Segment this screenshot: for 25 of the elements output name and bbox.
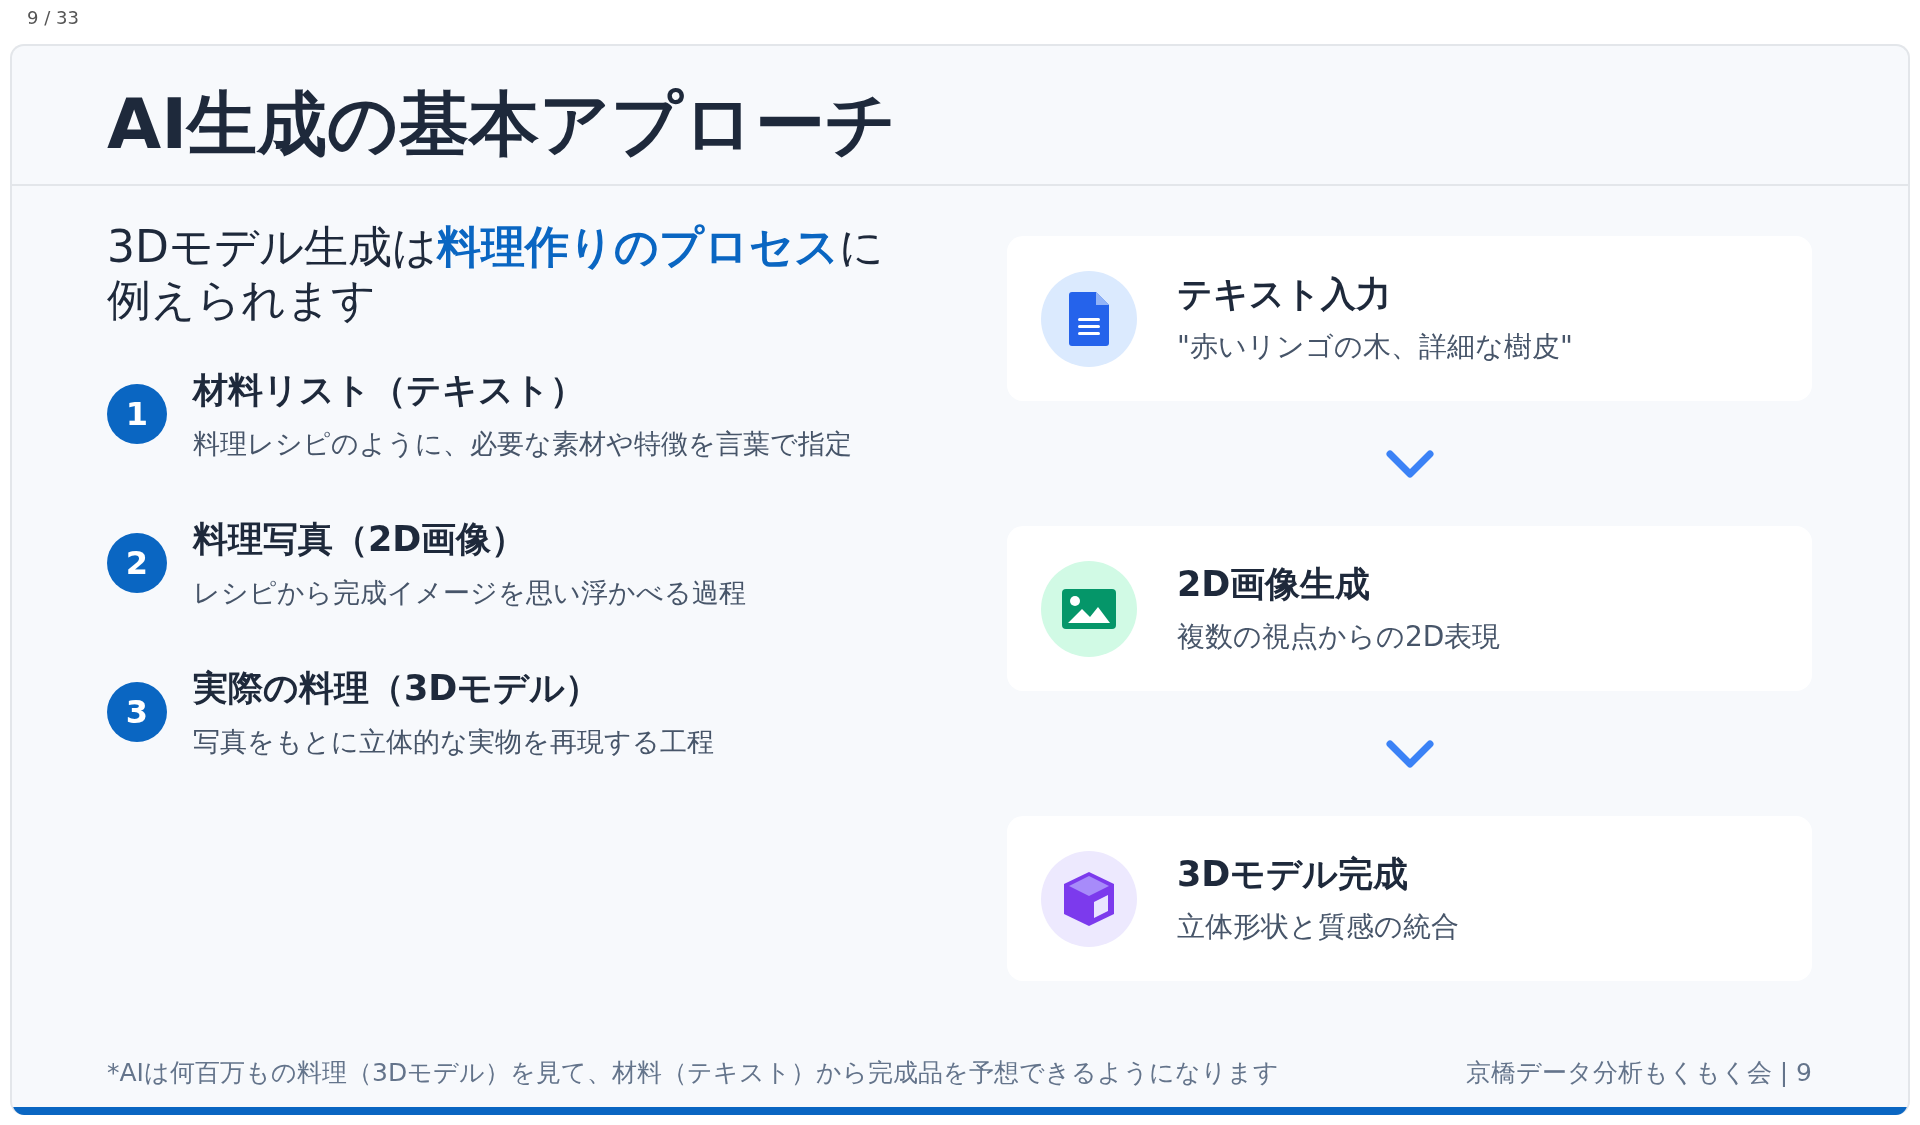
slide-title: AI生成の基本アプローチ xyxy=(107,86,899,163)
flow-title: テキスト入力 xyxy=(1177,273,1392,316)
flow-description: 複数の視点からの2D表現 xyxy=(1177,619,1501,655)
step-title: 料理写真（2D画像） xyxy=(193,517,528,561)
step-description: 写真をもとに立体的な実物を再現する工程 xyxy=(193,724,714,759)
flow-title: 3Dモデル完成 xyxy=(1177,853,1410,896)
document-icon xyxy=(1069,291,1109,346)
flow-title: 2D画像生成 xyxy=(1177,563,1372,606)
step-number: 3 xyxy=(107,682,167,743)
chevron-down-icon xyxy=(1385,449,1434,478)
intro-text: 3Dモデル生成は料理作りのプロセスに例えられます xyxy=(107,221,885,327)
step-description: 料理レシピのように、必要な素材や特徴を言葉で指定 xyxy=(193,426,852,461)
chevron-down-icon xyxy=(1385,739,1434,768)
page-counter: 9 / 33 xyxy=(26,6,80,30)
step-number: 1 xyxy=(107,384,167,445)
flow-description: "赤いリンゴの木、詳細な樹皮" xyxy=(1177,329,1573,365)
step-title: 実際の料理（3Dモデル） xyxy=(193,666,602,710)
footer-credit: 京橋データ分析もくもく会 | 9 xyxy=(1465,1056,1812,1089)
step-number: 2 xyxy=(107,533,167,594)
step-description: レシピから完成イメージを思い浮かべる過程 xyxy=(193,575,746,610)
cube-icon xyxy=(1064,871,1114,926)
flow-description: 立体形状と質感の統合 xyxy=(1177,909,1459,945)
footnote: *AIは何百万もの料理（3Dモデル）を見て、材料（テキスト）から完成品を予想できるようになります xyxy=(107,1056,1280,1089)
image-icon xyxy=(1062,588,1116,629)
step-title: 材料リスト（テキスト） xyxy=(193,368,586,412)
